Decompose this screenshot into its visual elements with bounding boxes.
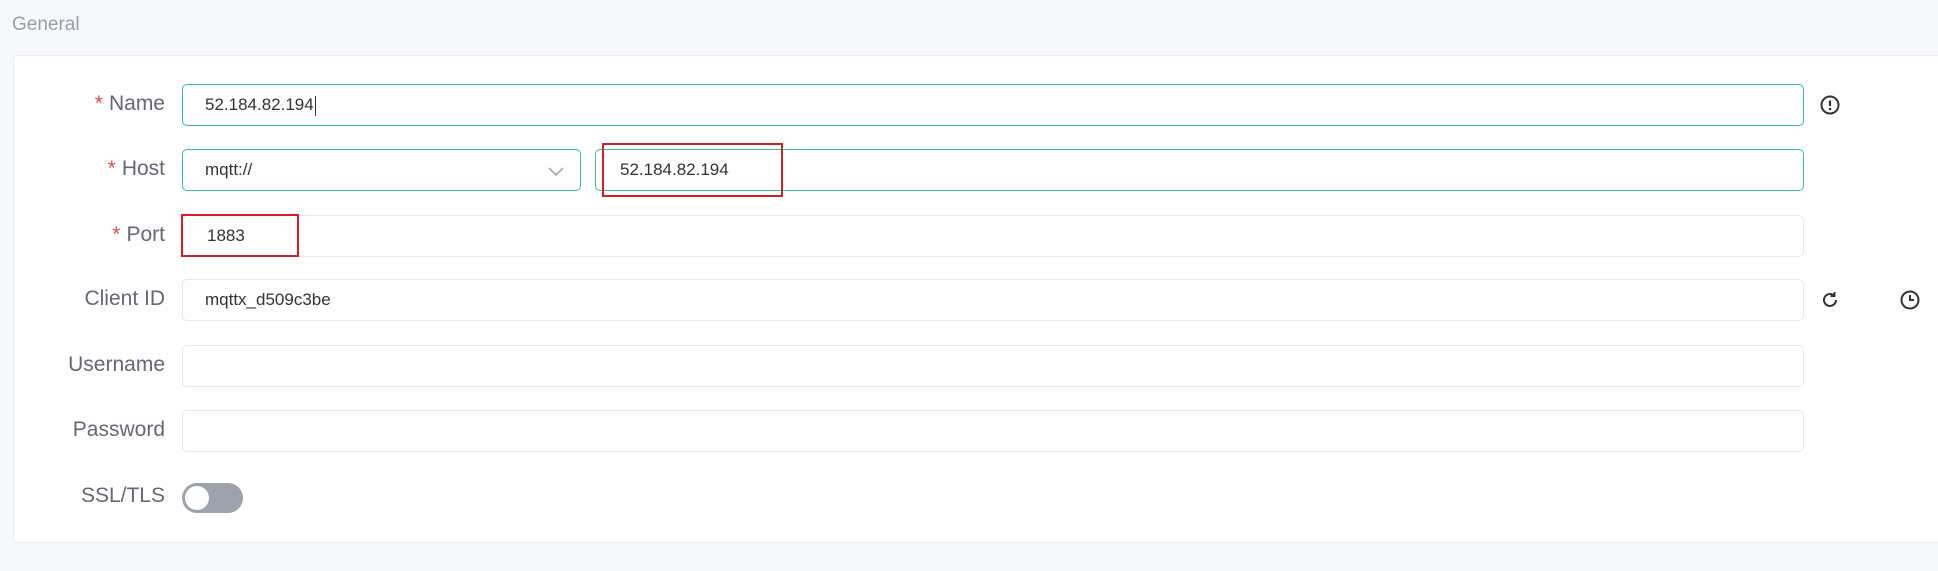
client-id-input-value: mqttx_d509c3be xyxy=(205,290,331,309)
info-circle-icon[interactable] xyxy=(1819,94,1841,116)
protocol-select[interactable]: mqtt:// xyxy=(182,149,581,191)
host-label-text: Host xyxy=(121,157,165,180)
required-asterisk: * xyxy=(107,157,116,180)
required-asterisk: * xyxy=(112,223,121,246)
required-asterisk: * xyxy=(94,92,103,115)
username-row: Username xyxy=(0,345,1938,387)
highlight-box-host xyxy=(602,143,783,197)
name-input-value: 52.184.82.194 xyxy=(205,95,314,114)
username-input[interactable] xyxy=(182,345,1804,387)
ssl-tls-toggle[interactable] xyxy=(182,483,243,513)
password-input[interactable] xyxy=(182,410,1804,452)
username-label: Username xyxy=(68,353,165,376)
name-label: * Name xyxy=(95,92,165,118)
name-row: * Name 52.184.82.194 xyxy=(0,84,1938,126)
client-id-label: Client ID xyxy=(84,287,165,310)
port-input[interactable]: 1883 xyxy=(182,215,1804,257)
protocol-select-value: mqtt:// xyxy=(205,160,253,179)
password-row: Password xyxy=(0,410,1938,452)
ssl-tls-label: SSL/TLS xyxy=(80,484,165,507)
toggle-knob xyxy=(185,486,209,510)
name-input[interactable]: 52.184.82.194 xyxy=(182,84,1804,126)
port-label: * Port xyxy=(112,223,165,249)
text-caret xyxy=(314,95,316,116)
name-label-text: Name xyxy=(108,92,165,115)
refresh-icon[interactable] xyxy=(1819,289,1841,311)
host-row: * Host mqtt:// 52.184.82.194 xyxy=(0,143,1938,197)
section-title-general: General xyxy=(12,14,80,35)
client-id-row: Client ID mqttx_d509c3be xyxy=(0,279,1938,321)
client-id-input[interactable]: mqttx_d509c3be xyxy=(182,279,1804,321)
password-label: Password xyxy=(72,418,165,441)
port-label-text: Port xyxy=(126,223,165,246)
host-label: * Host xyxy=(108,157,165,183)
chevron-down-icon[interactable] xyxy=(545,160,567,182)
highlight-box-port xyxy=(181,214,299,257)
ssl-tls-row: SSL/TLS xyxy=(0,475,1938,517)
port-row: * Port 1883 xyxy=(0,214,1938,257)
clock-icon[interactable] xyxy=(1899,289,1921,311)
